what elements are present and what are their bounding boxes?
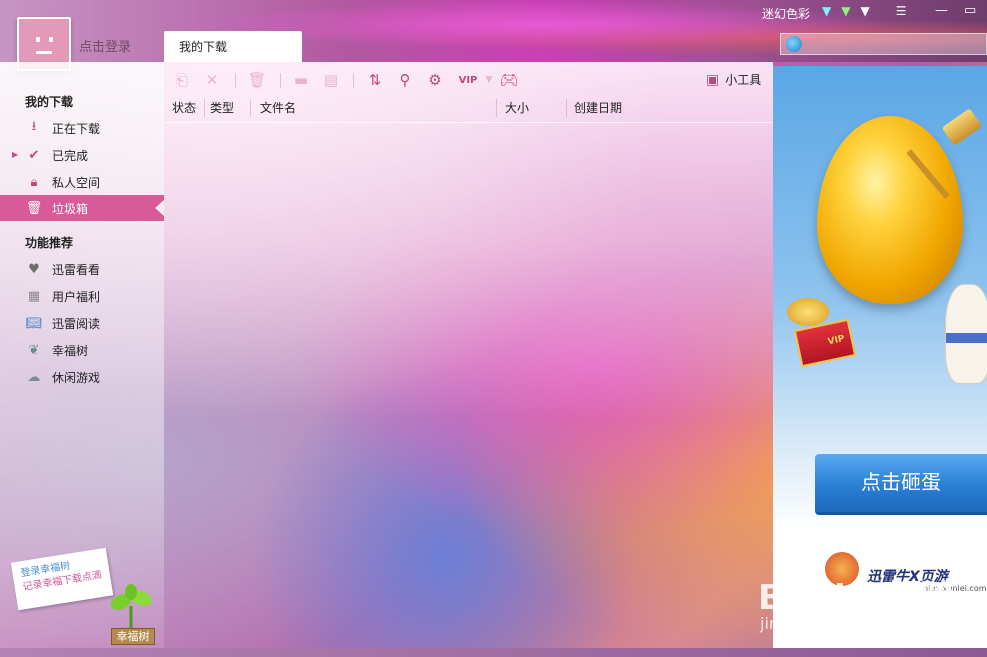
login-link[interactable]: 点击登录 — [79, 36, 131, 55]
trash-icon[interactable]: 🗑︎ — [247, 71, 266, 89]
minimize-icon[interactable]: — — [935, 3, 948, 18]
download-icon: ⭳ — [31, 119, 37, 134]
ad-panel[interactable]: VIP 点击砸蛋 迅雷牛X页游 niux.xunlei.com — [773, 66, 987, 648]
vip-card-image: VIP — [793, 318, 857, 368]
sidebar-item-label: 正在下载 — [52, 121, 101, 136]
sidebar-item-label: 休闲游戏 — [52, 370, 101, 385]
download-list-panel: ⎗ ✕ 🗑︎ ▬ ▤ ⇅ ⚲ ⚙ VIP ▼ 🎮︎ ▣ 小工具 状态 类型 文件… — [164, 62, 773, 657]
baidu-watermark: Baidu 经验 — [758, 578, 955, 618]
section-title-features: 功能推荐 — [25, 236, 74, 250]
gold-coins-image — [787, 298, 829, 326]
toolbar-divider — [235, 73, 236, 88]
tools-button[interactable]: ▣ 小工具 — [706, 71, 761, 88]
column-divider[interactable] — [204, 99, 205, 117]
search-box[interactable] — [780, 33, 987, 55]
smash-egg-button[interactable]: 点击砸蛋 — [815, 454, 987, 512]
skin-name-label[interactable]: 迷幻色彩 — [762, 5, 810, 22]
sidebar-item-downloading[interactable]: ⭳ 正在下载 — [0, 115, 164, 141]
alpaca-scarf — [946, 333, 987, 343]
gamepad-icon[interactable]: 🎮︎ — [499, 71, 518, 89]
tshirt-green-icon[interactable]: ▼ — [841, 5, 850, 17]
tshirt-cyan-icon[interactable]: ▼ — [822, 5, 831, 17]
sidebar-item-user-benefits[interactable]: ▦ 用户福利 — [0, 283, 164, 309]
game-icon: ☁ — [27, 369, 41, 385]
tree-icon: ❦ — [28, 342, 40, 358]
header-divider — [164, 122, 773, 123]
avatar-eye-left — [36, 37, 40, 42]
sidebar-item-completed[interactable]: ✔ 已完成 — [0, 142, 164, 168]
toolbar-divider — [353, 73, 354, 88]
folder-icon[interactable]: ▬ — [292, 71, 310, 89]
column-header-filename[interactable]: 文件名 — [260, 96, 296, 120]
xunlei-kankan-icon: ♥ — [28, 261, 40, 277]
toolbar-divider — [280, 73, 281, 88]
gift-icon: ▦ — [27, 288, 41, 304]
restore-icon[interactable]: ⎗ — [173, 71, 191, 89]
column-header-created-date[interactable]: 创建日期 — [574, 96, 622, 120]
tshirt-white-icon[interactable]: ▼ — [860, 5, 869, 17]
column-header-size[interactable]: 大小 — [505, 96, 529, 120]
check-icon: ✔ — [28, 147, 40, 163]
menu-icon[interactable]: ☰ — [896, 5, 907, 17]
file-icon[interactable]: ▤ — [322, 71, 340, 89]
happy-tree-label[interactable]: 幸福树 — [111, 628, 155, 645]
baidu-watermark-url: jingyan.baidu.com — [760, 614, 908, 633]
title-icons: ▼ ▼ ▼ ☰ — [822, 5, 906, 17]
sidebar-item-label: 私人空间 — [52, 175, 101, 190]
sidebar-item-label: 垃圾箱 — [52, 201, 89, 216]
avatar-eye-right — [49, 37, 53, 42]
sort-icon[interactable]: ⇅ — [366, 71, 384, 89]
toolbox-icon: ▣ — [706, 71, 720, 88]
search-input[interactable] — [807, 36, 977, 52]
sidebar-item-label: 幸福树 — [52, 343, 89, 358]
hammer-image — [941, 108, 983, 146]
settings-icon[interactable]: ⚙ — [426, 71, 444, 89]
section-title-my-downloads: 我的下载 — [25, 95, 74, 109]
sidebar-item-label: 迅雷阅读 — [52, 316, 101, 331]
sidebar-item-label: 迅雷看看 — [52, 262, 101, 277]
sidebar-item-label: 已完成 — [52, 148, 89, 163]
maximize-icon[interactable]: ▭ — [964, 3, 976, 18]
lock-icon: 🔒︎ — [30, 174, 38, 190]
avatar-mouth — [36, 51, 52, 54]
column-divider[interactable] — [566, 99, 567, 117]
browser-globe-icon — [786, 36, 802, 52]
vip-icon[interactable]: VIP — [456, 71, 480, 89]
column-divider[interactable] — [496, 99, 497, 117]
toolbar: ⎗ ✕ 🗑︎ ▬ ▤ ⇅ ⚲ ⚙ VIP ▼ 🎮︎ ▣ 小工具 — [164, 68, 773, 94]
sidebar-item-trash[interactable]: 🗑︎ 垃圾箱 — [0, 195, 164, 221]
sidebar-item-private-space[interactable]: 🔒︎ 私人空间 — [0, 169, 164, 195]
delete-icon[interactable]: ✕ — [203, 71, 221, 89]
sidebar-item-happy-tree[interactable]: ❦ 幸福树 — [0, 337, 164, 363]
trash-icon: 🗑︎ — [25, 200, 43, 216]
sidebar-item-label: 用户福利 — [52, 289, 101, 304]
tab-my-downloads[interactable]: 我的下载 — [164, 31, 302, 62]
tools-label: 小工具 — [725, 73, 762, 87]
book-icon: 📖︎ — [25, 315, 43, 331]
golden-egg-image — [817, 116, 963, 304]
sidebar-item-casual-games[interactable]: ☁ 休闲游戏 — [0, 364, 164, 390]
alpaca-mascot-image — [945, 284, 987, 384]
column-header-type[interactable]: 类型 — [210, 96, 234, 120]
sprout-icon[interactable] — [108, 584, 154, 630]
sidebar-item-xunlei-reading[interactable]: 📖︎ 迅雷阅读 — [0, 310, 164, 336]
chevron-down-icon[interactable]: ▼ — [480, 71, 498, 89]
column-divider[interactable] — [250, 99, 251, 117]
window-bottom-border — [0, 648, 987, 657]
sidebar-item-xunlei-kankan[interactable]: ♥ 迅雷看看 — [0, 256, 164, 282]
column-header-status[interactable]: 状态 — [172, 96, 196, 120]
search-icon[interactable]: ⚲ — [396, 71, 414, 89]
